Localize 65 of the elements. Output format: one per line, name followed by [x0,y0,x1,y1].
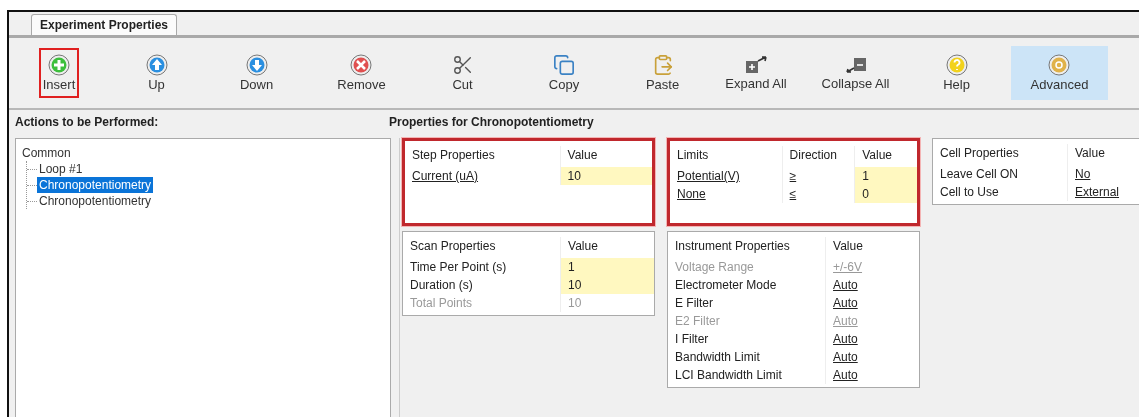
toolbar-button[interactable]: Down [235,48,278,98]
property-name: LCI Bandwidth Limit [668,366,827,384]
tree-item[interactable]: Loop #1 [37,161,85,177]
property-name: Cell to Use [933,183,1068,201]
property-value: 10 [567,295,583,312]
property-name: E Filter [668,294,827,312]
tab[interactable]: Experiment Properties [31,14,178,35]
copy-icon [553,54,575,76]
property-value[interactable]: 10 [561,276,654,294]
column-header: Value [861,147,894,164]
property-value[interactable]: No [1068,165,1139,183]
tree-item[interactable]: Chronopotentiometry [37,193,154,209]
column-header: Value [832,238,864,255]
column-header: Limits [670,146,783,167]
property-name[interactable]: Current (uA) [405,167,561,185]
property-value[interactable]: Auto [826,294,919,312]
toolbar-button[interactable]: Paste [641,48,684,98]
property-value[interactable]: Auto [826,330,919,348]
property-value[interactable]: External [1068,183,1139,201]
property-name[interactable]: Potential(V) [670,167,783,185]
arrow-up-icon [145,54,168,76]
help-icon [945,54,968,76]
toolbar-button[interactable]: Expand All [721,48,791,98]
gear-icon [1048,54,1071,76]
column-header: Value [566,147,599,164]
property-name[interactable]: None [670,185,783,203]
add-icon [48,54,70,76]
column-header: Cell Properties [933,144,1068,165]
property-value[interactable]: 10 [560,167,652,185]
column-header: Instrument Properties [668,237,827,258]
toolbar-button[interactable]: Copy [544,48,584,98]
toolbar-button[interactable]: Collapse All [817,48,894,98]
toolbar-button[interactable]: Insert [38,48,80,98]
toolbar-button[interactable]: Cut [447,48,478,98]
arrow-down-icon [245,54,268,76]
property-value[interactable]: Auto [826,276,919,294]
property-name: Voltage Range [668,258,827,276]
property-value[interactable]: 0 [855,185,917,203]
property-value[interactable]: 1 [855,167,917,185]
tree-item[interactable]: Common [20,145,73,161]
expand-icon [744,55,768,75]
column-header: Step Properties [405,146,561,167]
tree-item[interactable]: Chronopotentiometry [37,177,154,193]
toolbar-button[interactable]: Up [141,48,172,98]
column-header: Value [567,238,599,255]
toolbar-button[interactable]: Remove [333,48,390,98]
scissors-icon [451,54,474,76]
panel-title: Actions to be Performed: [15,115,159,129]
collapse-icon [843,55,868,75]
property-name: Leave Cell ON [933,165,1068,183]
property-value[interactable]: Auto [826,366,919,384]
property-name: Bandwidth Limit [668,348,827,366]
property-name: Total Points [403,294,562,312]
property-value[interactable]: Auto [826,348,919,366]
column-header: Scan Properties [403,237,562,258]
column-header: Value [1074,145,1106,162]
property-name: I Filter [668,330,827,348]
remove-icon [350,54,373,76]
panel-title: Properties for Chronopotentiometry [389,115,594,129]
property-name: Electrometer Mode [668,276,827,294]
toolbar-button[interactable]: Help [939,48,974,98]
column-header: Direction [782,146,856,167]
property-value[interactable]: 1 [561,258,654,276]
property-name: E2 Filter [668,312,827,330]
toolbar-button[interactable]: Advanced [1010,46,1109,100]
